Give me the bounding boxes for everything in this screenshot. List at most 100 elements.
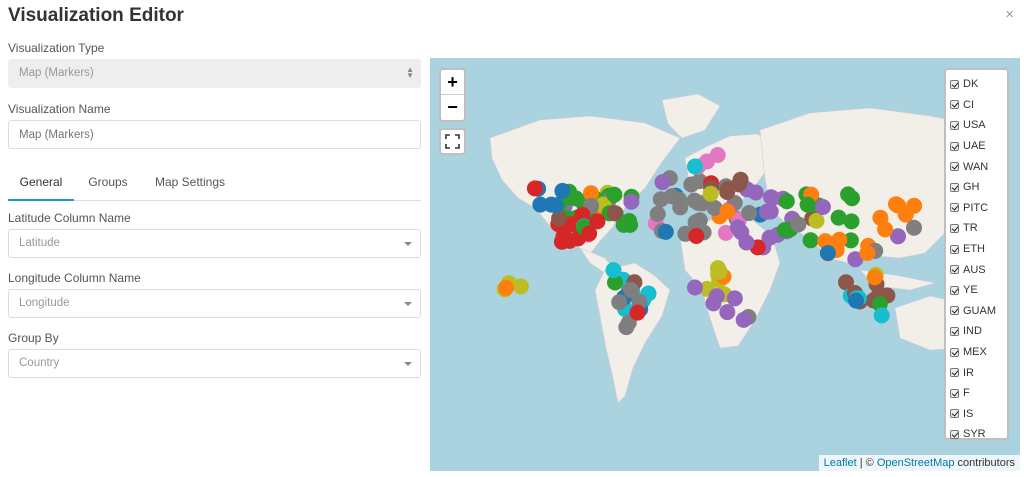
checkbox-checked-icon[interactable] [950, 429, 959, 439]
legend-item[interactable]: UAE [950, 136, 1003, 157]
legend-item[interactable]: CI [950, 95, 1003, 116]
map-marker[interactable] [830, 209, 847, 226]
checkbox-checked-icon[interactable] [950, 347, 959, 357]
map-marker[interactable] [687, 279, 703, 296]
legend-item[interactable]: MEX [950, 342, 1003, 363]
map-marker[interactable] [687, 158, 703, 175]
map-marker[interactable] [735, 311, 752, 328]
map-marker[interactable] [512, 278, 529, 295]
map-marker[interactable] [663, 188, 680, 205]
legend-item[interactable]: SYR [950, 424, 1003, 445]
map-marker[interactable] [702, 185, 719, 202]
legend-item[interactable]: IND [950, 321, 1003, 342]
map-marker[interactable] [526, 180, 543, 197]
map-marker[interactable] [606, 205, 623, 222]
map-marker[interactable] [568, 190, 585, 207]
legend-item[interactable]: TR [950, 218, 1003, 239]
map-marker[interactable] [543, 196, 560, 213]
checkbox-checked-icon[interactable] [950, 141, 959, 151]
legend-item[interactable]: GUAM [950, 301, 1003, 322]
map-marker[interactable] [623, 193, 640, 210]
legend-item[interactable]: DK [950, 74, 1003, 95]
legend-item[interactable]: F [950, 383, 1003, 404]
map-marker[interactable] [873, 307, 890, 324]
map-marker[interactable] [498, 279, 514, 296]
map-marker[interactable] [790, 216, 807, 233]
map-marker[interactable] [758, 203, 775, 220]
tab-general[interactable]: General [8, 163, 74, 201]
map-marker[interactable] [621, 213, 638, 229]
checkbox-checked-icon[interactable] [950, 244, 959, 254]
map-marker[interactable] [778, 193, 795, 210]
map-marker[interactable] [848, 292, 865, 309]
map-marker[interactable] [555, 228, 572, 245]
map-marker[interactable] [840, 186, 857, 203]
viz-type-select[interactable]: Map (Markers) ▲ ▼ [8, 59, 421, 88]
longitude-select[interactable]: Longitude [8, 289, 421, 318]
legend-item[interactable]: YE [950, 280, 1003, 301]
map-marker[interactable] [859, 245, 876, 261]
legend-item[interactable]: ETH [950, 239, 1003, 260]
checkbox-checked-icon[interactable] [950, 100, 959, 110]
map-marker[interactable] [719, 184, 736, 200]
zoom-in-button[interactable]: + [441, 70, 464, 95]
map-marker[interactable] [605, 262, 622, 279]
map-marker[interactable] [554, 182, 571, 199]
map-marker[interactable] [726, 290, 743, 307]
checkbox-checked-icon[interactable] [950, 326, 959, 336]
map-marker[interactable] [683, 176, 700, 193]
map-marker[interactable] [719, 203, 736, 220]
checkbox-checked-icon[interactable] [950, 223, 959, 233]
map-marker[interactable] [738, 234, 755, 251]
legend-item[interactable]: PITC [950, 198, 1003, 219]
map-marker[interactable] [654, 174, 671, 191]
legend-item[interactable]: WAN [950, 156, 1003, 177]
checkbox-checked-icon[interactable] [950, 203, 959, 213]
map-marker[interactable] [906, 219, 922, 236]
map-marker[interactable] [866, 269, 883, 286]
map-marker[interactable] [606, 186, 623, 203]
map-marker[interactable] [708, 288, 725, 305]
map-marker[interactable] [888, 196, 904, 213]
checkbox-checked-icon[interactable] [950, 120, 959, 130]
map-marker[interactable] [611, 294, 628, 311]
map-marker[interactable] [814, 199, 831, 215]
map-marker[interactable] [802, 232, 819, 249]
fullscreen-button[interactable] [439, 128, 466, 155]
checkbox-checked-icon[interactable] [950, 368, 959, 378]
legend-item[interactable]: IS [950, 404, 1003, 425]
map-marker[interactable] [649, 206, 666, 222]
map-marker[interactable] [657, 223, 674, 240]
checkbox-checked-icon[interactable] [950, 265, 959, 275]
map-marker[interactable] [808, 212, 825, 229]
latitude-select[interactable]: Latitude [8, 229, 421, 258]
group-by-select[interactable]: Country [8, 349, 421, 378]
map-marker[interactable] [691, 212, 708, 229]
checkbox-checked-icon[interactable] [950, 388, 959, 398]
legend-item[interactable]: USA [950, 115, 1003, 136]
osm-link[interactable]: OpenStreetMap [877, 457, 955, 469]
map-marker[interactable] [732, 171, 749, 188]
viz-name-input[interactable] [8, 120, 421, 149]
legend-item[interactable]: GH [950, 177, 1003, 198]
checkbox-checked-icon[interactable] [950, 79, 959, 89]
checkbox-checked-icon[interactable] [950, 162, 959, 172]
checkbox-checked-icon[interactable] [950, 306, 959, 316]
map-marker[interactable] [719, 304, 736, 321]
tab-groups[interactable]: Groups [78, 163, 138, 201]
map-marker[interactable] [629, 304, 646, 321]
zoom-out-button[interactable]: − [441, 95, 464, 120]
checkbox-checked-icon[interactable] [950, 182, 959, 192]
map-marker[interactable] [819, 245, 836, 261]
map-marker[interactable] [799, 196, 816, 213]
leaflet-link[interactable]: Leaflet [824, 457, 857, 469]
map-marker[interactable] [618, 319, 635, 336]
legend-item[interactable]: IR [950, 362, 1003, 383]
map-view[interactable]: + − DK CI USA UAE WAN GH PITC TR ETH AUS YE GUAM IND… [430, 58, 1020, 471]
map-marker[interactable] [877, 221, 894, 238]
map-marker[interactable] [623, 282, 639, 299]
close-icon[interactable]: × [1005, 6, 1014, 23]
map-marker[interactable] [581, 225, 598, 242]
tab-map-settings[interactable]: Map Settings [146, 163, 234, 201]
legend-item[interactable]: AUS [950, 259, 1003, 280]
